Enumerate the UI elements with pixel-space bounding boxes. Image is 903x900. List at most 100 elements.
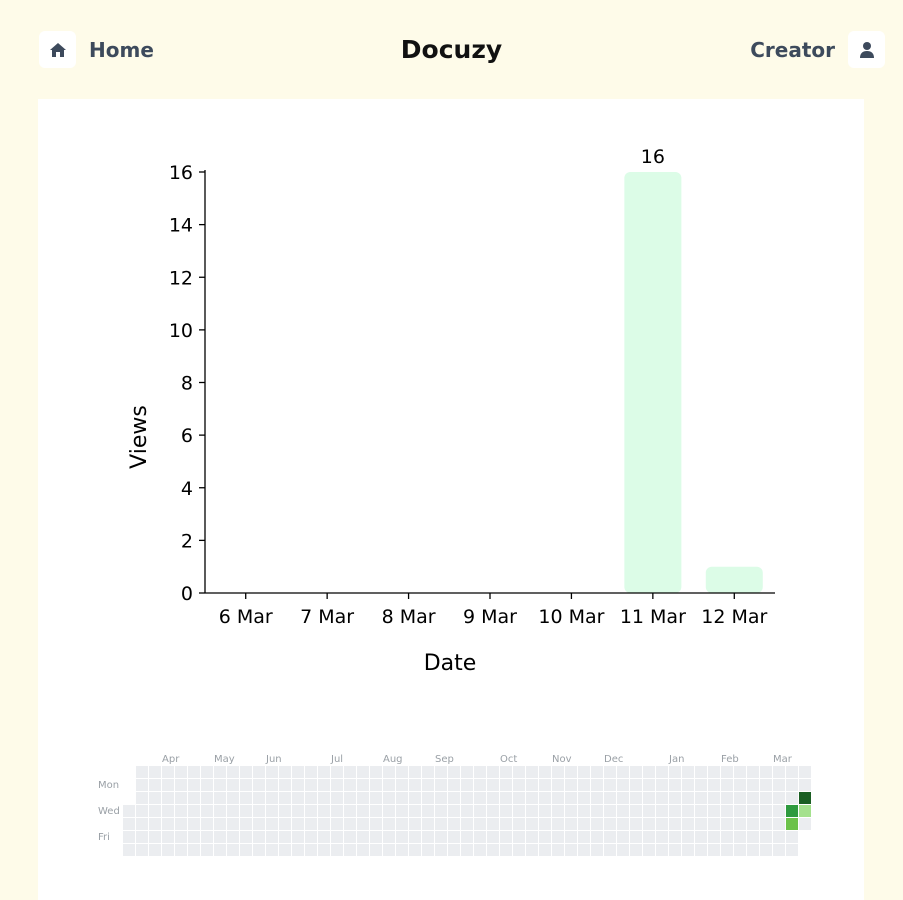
heatmap-cell xyxy=(461,805,473,817)
heatmap-month-label: Nov xyxy=(552,754,572,765)
heatmap-cell xyxy=(513,844,525,856)
heatmap-cell xyxy=(760,805,772,817)
heatmap-cell xyxy=(500,805,512,817)
heatmap-cell xyxy=(539,779,551,791)
heatmap-cell xyxy=(578,766,590,778)
heatmap-cell xyxy=(526,792,538,804)
heatmap-cell xyxy=(500,844,512,856)
heatmap-cell-active xyxy=(786,818,798,830)
heatmap-cell xyxy=(383,766,395,778)
heatmap-cell xyxy=(292,779,304,791)
heatmap-cell xyxy=(279,792,291,804)
heatmap-cell xyxy=(669,831,681,843)
heatmap-cell xyxy=(539,831,551,843)
heatmap-cell xyxy=(357,792,369,804)
heatmap-cell xyxy=(240,844,252,856)
heatmap-month-label: Feb xyxy=(721,754,739,765)
heatmap-cell xyxy=(123,818,135,830)
heatmap-cell xyxy=(188,805,200,817)
heatmap-cell xyxy=(201,766,213,778)
heatmap-cell xyxy=(695,818,707,830)
heatmap-cell xyxy=(162,779,174,791)
heatmap-cell xyxy=(149,818,161,830)
heatmap-cell xyxy=(747,818,759,830)
heatmap-cell xyxy=(175,805,187,817)
heatmap-cell xyxy=(773,805,785,817)
heatmap-cell xyxy=(578,805,590,817)
heatmap-cell xyxy=(747,805,759,817)
heatmap-cell xyxy=(656,831,668,843)
heatmap-cell xyxy=(396,844,408,856)
heatmap-cell xyxy=(162,844,174,856)
heatmap-cell xyxy=(383,779,395,791)
heatmap-cell xyxy=(786,779,798,791)
heatmap-cell xyxy=(175,779,187,791)
heatmap-cell xyxy=(253,805,265,817)
heatmap-cell xyxy=(136,831,148,843)
heatmap-cell xyxy=(461,792,473,804)
heatmap-cell xyxy=(370,844,382,856)
heatmap-cell xyxy=(461,766,473,778)
heatmap-cell xyxy=(682,805,694,817)
heatmap-cell xyxy=(799,818,811,830)
heatmap-cell xyxy=(656,766,668,778)
heatmap-cell xyxy=(201,805,213,817)
heatmap-cell xyxy=(305,779,317,791)
heatmap-cell xyxy=(669,844,681,856)
heatmap-cell xyxy=(175,831,187,843)
heatmap-cell xyxy=(552,818,564,830)
heatmap-cell xyxy=(487,766,499,778)
heatmap-cell xyxy=(422,779,434,791)
heatmap-cell xyxy=(331,844,343,856)
heatmap-cell xyxy=(422,831,434,843)
heatmap-cell xyxy=(279,805,291,817)
heatmap-cell xyxy=(578,818,590,830)
heatmap-cell xyxy=(747,766,759,778)
heatmap-cell xyxy=(604,831,616,843)
heatmap-cell xyxy=(500,779,512,791)
heatmap-cell xyxy=(526,844,538,856)
heatmap-cell xyxy=(630,844,642,856)
heatmap-cell xyxy=(409,805,421,817)
heatmap-cell xyxy=(305,831,317,843)
heatmap-cell xyxy=(344,844,356,856)
heatmap-cell xyxy=(617,844,629,856)
heatmap-cell xyxy=(734,831,746,843)
heatmap-cell xyxy=(422,792,434,804)
heatmap-weekday-label: Fri xyxy=(98,832,110,843)
heatmap-cell xyxy=(565,766,577,778)
heatmap-cell xyxy=(604,818,616,830)
heatmap-cell xyxy=(149,831,161,843)
heatmap-cell xyxy=(565,818,577,830)
heatmap-cell xyxy=(539,766,551,778)
heatmap-cell xyxy=(214,844,226,856)
heatmap-cell xyxy=(383,818,395,830)
heatmap-cell xyxy=(357,818,369,830)
heatmap-cell xyxy=(630,779,642,791)
heatmap-cell xyxy=(734,844,746,856)
heatmap-cell xyxy=(357,805,369,817)
heatmap-cell xyxy=(630,818,642,830)
heatmap-cell xyxy=(552,766,564,778)
heatmap-cell xyxy=(721,792,733,804)
heatmap-cell xyxy=(435,818,447,830)
heatmap-cell xyxy=(344,792,356,804)
heatmap-cell xyxy=(760,831,772,843)
heatmap-cell xyxy=(448,792,460,804)
heatmap-cell xyxy=(201,818,213,830)
heatmap-cell xyxy=(461,779,473,791)
heatmap-cell xyxy=(773,818,785,830)
heatmap-cell xyxy=(305,805,317,817)
heatmap-cell xyxy=(708,844,720,856)
heatmap-cell xyxy=(487,779,499,791)
heatmap-cell xyxy=(279,779,291,791)
heatmap-cell xyxy=(695,831,707,843)
heatmap-cell xyxy=(331,805,343,817)
heatmap-cell xyxy=(747,844,759,856)
heatmap-cell xyxy=(370,831,382,843)
heatmap-cell xyxy=(578,792,590,804)
heatmap-cell xyxy=(370,805,382,817)
heatmap-cell xyxy=(370,818,382,830)
heatmap-cell xyxy=(435,831,447,843)
heatmap-weekday-label: Mon xyxy=(98,780,119,791)
